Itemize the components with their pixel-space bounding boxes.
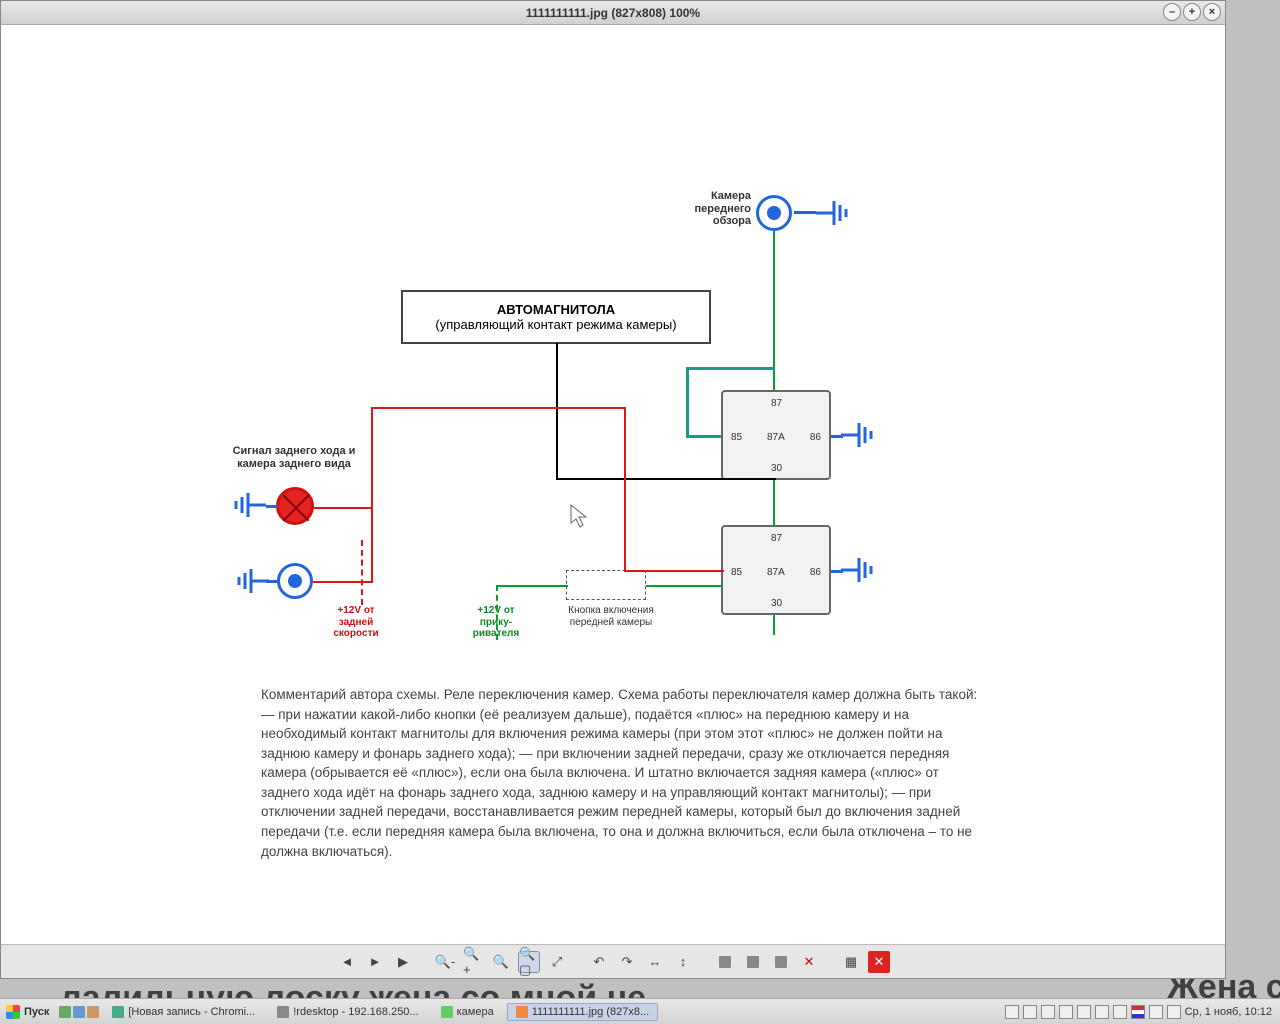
stereo-subtitle: (управляющий контакт режима камеры) — [433, 317, 679, 332]
tray-icon[interactable] — [1059, 1005, 1073, 1019]
tool-1-button[interactable] — [714, 951, 736, 973]
reverse-lamp-icon — [276, 487, 314, 525]
relay-1: 87 87A 85 86 30 — [721, 390, 831, 480]
settings-button[interactable]: ▦ — [840, 951, 862, 973]
pin-label: 85 — [731, 567, 742, 578]
pin-label: 86 — [810, 432, 821, 443]
taskbar-item-rdesktop[interactable]: !rdesktop - 192.168.250... — [268, 1003, 427, 1021]
close-button[interactable]: × — [1203, 3, 1221, 21]
front-camera-icon — [756, 195, 792, 231]
titlebar[interactable]: 1111111111.jpg (827x808) 100% – + × — [1, 1, 1225, 25]
front-camera-label: Камера переднего обзора — [671, 190, 751, 228]
pin-label: 87A — [767, 432, 785, 443]
zoom-out-button[interactable]: 🔍- — [434, 951, 456, 973]
tray-icon[interactable] — [1113, 1005, 1127, 1019]
zoom-fit-button[interactable]: 🔍▢ — [518, 951, 540, 973]
ground-icon — [229, 563, 269, 599]
next-button[interactable]: ► — [364, 951, 386, 973]
rear-camera-label: Сигнал заднего хода и камера заднего вид… — [219, 445, 369, 470]
rotate-ccw-button[interactable]: ↶ — [588, 951, 610, 973]
start-button[interactable]: Пуск — [0, 1005, 55, 1019]
play-button[interactable]: ▶ — [392, 951, 414, 973]
quicklaunch-icon[interactable] — [59, 1006, 71, 1018]
ground-icon — [226, 487, 266, 523]
taskbar-item-camera[interactable]: камера — [432, 1003, 503, 1021]
maximize-button[interactable]: + — [1183, 3, 1201, 21]
power-rear-label: +12V от задней скорости — [321, 605, 391, 640]
tray-icon[interactable] — [1167, 1005, 1181, 1019]
tool-3-button[interactable] — [770, 951, 792, 973]
taskbar-item-label: !rdesktop - 192.168.250... — [293, 1006, 418, 1018]
rear-camera-icon — [277, 563, 313, 599]
tray-icon[interactable] — [1149, 1005, 1163, 1019]
taskbar-item-label: камера — [457, 1006, 494, 1018]
pin-label: 87A — [767, 567, 785, 578]
start-label: Пуск — [24, 1006, 49, 1018]
zoom-in-button[interactable]: 🔍+ — [462, 951, 484, 973]
close-viewer-button[interactable]: ✕ — [868, 951, 890, 973]
keyboard-layout-icon[interactable] — [1131, 1005, 1145, 1019]
fit-window-button[interactable]: ⤢ — [546, 951, 568, 973]
rotate-cw-button[interactable]: ↷ — [616, 951, 638, 973]
taskbar-item-label: 1111111111.jpg (827x8... — [532, 1006, 649, 1018]
minimize-button[interactable]: – — [1163, 3, 1181, 21]
quicklaunch-icon[interactable] — [87, 1006, 99, 1018]
pin-label: 30 — [771, 598, 782, 609]
zoom-reset-button[interactable]: 🔍 — [490, 951, 512, 973]
ground-icon — [816, 195, 856, 231]
viewer-toolbar: ◄ ► ▶ 🔍- 🔍+ 🔍 🔍▢ ⤢ ↶ ↷ ↔ ↕ ✕ ▦ ✕ — [1, 944, 1225, 978]
mouse-cursor-icon — [569, 503, 589, 529]
tray-icon[interactable] — [1041, 1005, 1055, 1019]
image-viewer-window: 1111111111.jpg (827x808) 100% – + × АВТО… — [0, 0, 1226, 979]
tool-2-button[interactable] — [742, 951, 764, 973]
taskbar-item-image[interactable]: 1111111111.jpg (827x8... — [507, 1003, 658, 1021]
quicklaunch-icon[interactable] — [73, 1006, 85, 1018]
tray-icon[interactable] — [1095, 1005, 1109, 1019]
pin-label: 85 — [731, 432, 742, 443]
flip-v-button[interactable]: ↕ — [672, 951, 694, 973]
wiring-diagram: АВТОМАГНИТОЛА (управляющий контакт режим… — [211, 145, 1031, 705]
switch-label: Кнопка включения передней камеры — [556, 605, 666, 628]
pin-label: 86 — [810, 567, 821, 578]
pin-label: 87 — [771, 398, 782, 409]
stereo-box: АВТОМАГНИТОЛА (управляющий контакт режим… — [401, 290, 711, 344]
window-title: 1111111111.jpg (827x808) 100% — [526, 6, 700, 20]
ground-icon — [841, 552, 881, 588]
system-tray: Ср, 1 нояб, 10:12 — [1005, 1005, 1280, 1019]
pin-label: 87 — [771, 533, 782, 544]
relay-2: 87 87A 85 86 30 — [721, 525, 831, 615]
tray-icon[interactable] — [1077, 1005, 1091, 1019]
start-logo-icon — [6, 1005, 20, 1019]
diagram-description: Комментарий автора схемы. Реле переключе… — [261, 685, 991, 861]
flip-h-button[interactable]: ↔ — [644, 951, 666, 973]
ground-icon — [841, 417, 881, 453]
front-camera-switch — [566, 570, 646, 600]
pin-label: 30 — [771, 463, 782, 474]
stereo-title: АВТОМАГНИТОЛА — [433, 302, 679, 317]
viewer-canvas[interactable]: АВТОМАГНИТОЛА (управляющий контакт режим… — [1, 25, 1225, 944]
clock[interactable]: Ср, 1 нояб, 10:12 — [1185, 1006, 1272, 1018]
delete-button[interactable]: ✕ — [798, 951, 820, 973]
prev-button[interactable]: ◄ — [336, 951, 358, 973]
tray-icon[interactable] — [1005, 1005, 1019, 1019]
taskbar[interactable]: Пуск [Новая запись - Chromi... !rdesktop… — [0, 998, 1280, 1024]
taskbar-item-chromium[interactable]: [Новая запись - Chromi... — [103, 1003, 264, 1021]
taskbar-item-label: [Новая запись - Chromi... — [128, 1006, 255, 1018]
tray-icon[interactable] — [1023, 1005, 1037, 1019]
